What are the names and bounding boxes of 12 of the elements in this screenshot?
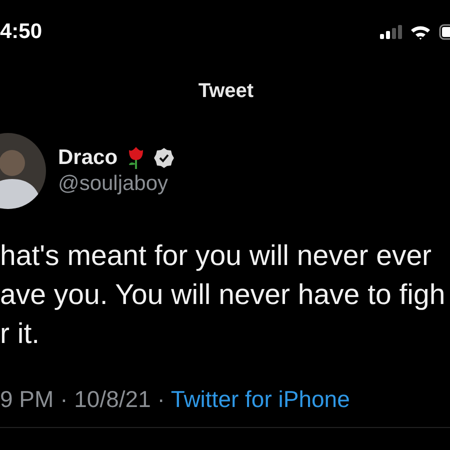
source-link[interactable]: Twitter for iPhone [170,386,350,413]
wifi-icon [410,24,431,40]
status-time: 4:50 [0,20,42,44]
screen-title: Tweet [197,80,255,103]
battery-icon [439,24,450,40]
tweet-text-line: hat's meant for you will never ever [0,239,432,274]
tweet-text-line: r it. [0,317,40,352]
tweet-timestamp: 9 PM · 10/8/21 · [0,386,165,413]
signal-icon [380,25,402,39]
author-handle[interactable]: @souljaboy [58,172,168,196]
author-name[interactable]: Draco [58,146,118,170]
tweet-text-line: ave you. You will never have to figh [0,278,446,313]
